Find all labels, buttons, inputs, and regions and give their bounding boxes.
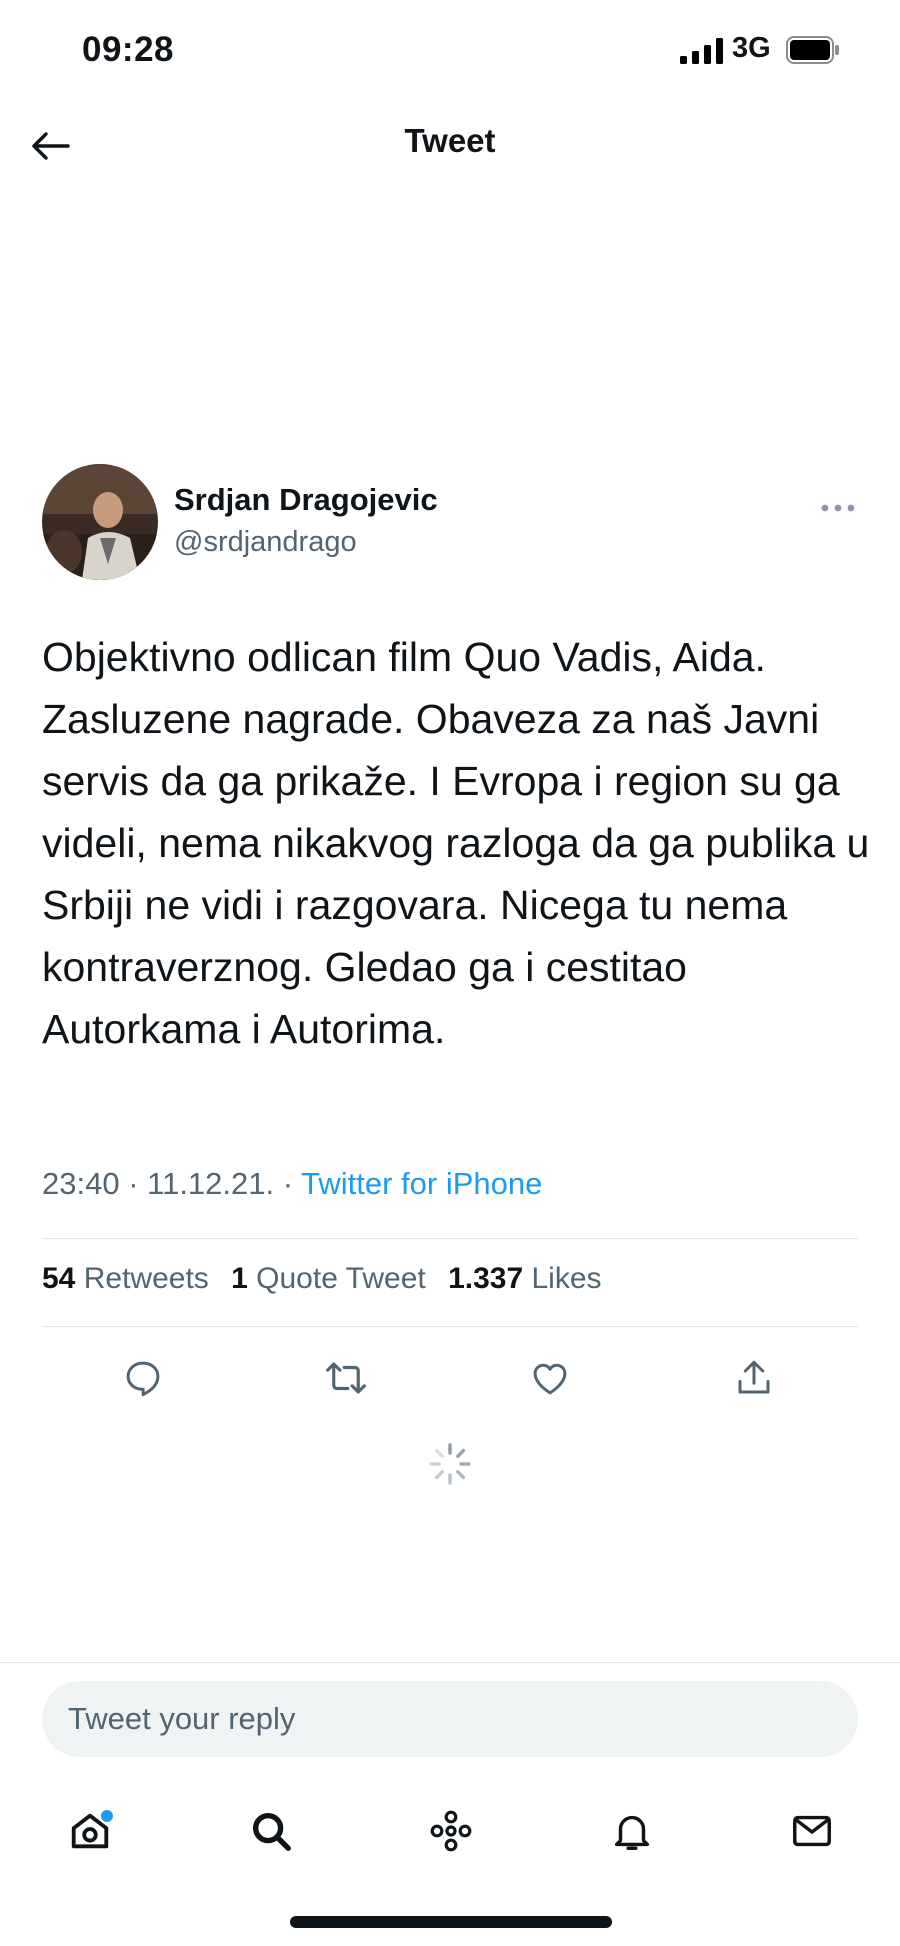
reply-bar (0, 1662, 900, 1776)
bottom-tab-bar (0, 1776, 900, 1886)
cellular-signal-icon (680, 38, 723, 64)
back-arrow-icon (32, 132, 70, 160)
tweet-time: 23:40 (42, 1166, 120, 1201)
quote-tweets-stat[interactable]: 1 Quote Tweet (231, 1262, 426, 1295)
more-dots-icon (821, 504, 855, 512)
quote-tweets-label: Quote Tweet (256, 1262, 426, 1295)
network-type: 3G (732, 32, 771, 64)
reply-input[interactable] (42, 1681, 858, 1757)
search-icon (252, 1812, 291, 1851)
likes-label: Likes (531, 1262, 602, 1295)
tab-search[interactable] (236, 1796, 306, 1866)
loading-spinner-icon (429, 1443, 471, 1485)
tweet-actions (0, 1348, 900, 1408)
retweets-count: 54 (42, 1262, 76, 1295)
tweet-meta: 23:40 · 11.12.21. · Twitter for iPhone (42, 1166, 542, 1202)
tweet-source-link[interactable]: Twitter for iPhone (301, 1166, 542, 1201)
quote-tweets-count: 1 (231, 1262, 248, 1295)
meta-separator: · (128, 1166, 148, 1201)
author-name[interactable]: Srdjan Dragojevic (174, 482, 438, 518)
battery-icon (786, 36, 839, 64)
page-title: Tweet (404, 122, 496, 159)
status-bar: 09:28 3G (0, 0, 900, 100)
share-button[interactable] (722, 1348, 786, 1408)
reply-icon (126, 1361, 160, 1397)
reply-button[interactable] (111, 1348, 175, 1408)
divider (42, 1326, 858, 1327)
more-options-button[interactable] (814, 488, 862, 528)
share-icon (738, 1360, 770, 1394)
status-time: 09:28 (82, 30, 175, 69)
retweet-icon (326, 1362, 366, 1394)
divider (42, 1238, 858, 1239)
tab-spaces[interactable] (416, 1796, 486, 1866)
retweets-stat[interactable]: 54 Retweets (42, 1262, 209, 1295)
notification-dot (101, 1810, 113, 1822)
likes-count: 1.337 (448, 1262, 524, 1295)
author-handle[interactable]: @srdjandrago (174, 526, 357, 559)
heart-icon (533, 1363, 567, 1395)
likes-stat[interactable]: 1.337 Likes (448, 1262, 601, 1295)
tweet-text: Objektivno odlican film Quo Vadis, Aida.… (42, 634, 870, 1052)
retweets-label: Retweets (83, 1262, 209, 1295)
like-button[interactable] (518, 1348, 582, 1408)
spaces-icon (430, 1810, 472, 1852)
tweet-stats: 54 Retweets 1 Quote Tweet 1.337 Likes (42, 1262, 616, 1296)
retweet-button[interactable] (314, 1348, 378, 1408)
tab-home[interactable] (55, 1796, 125, 1866)
tab-notifications[interactable] (597, 1796, 667, 1866)
home-indicator (290, 1916, 612, 1928)
avatar-image (42, 464, 158, 580)
navigation-header: Tweet (0, 112, 900, 180)
tweet-author: Srdjan Dragojevic @srdjandrago (0, 460, 900, 584)
tab-messages[interactable] (777, 1796, 847, 1866)
bell-icon (614, 1815, 650, 1850)
mail-icon (793, 1815, 831, 1847)
avatar[interactable] (42, 464, 158, 580)
tweet-date: 11.12.21. (147, 1166, 275, 1201)
meta-separator: · (282, 1166, 302, 1201)
back-button[interactable] (24, 120, 76, 172)
